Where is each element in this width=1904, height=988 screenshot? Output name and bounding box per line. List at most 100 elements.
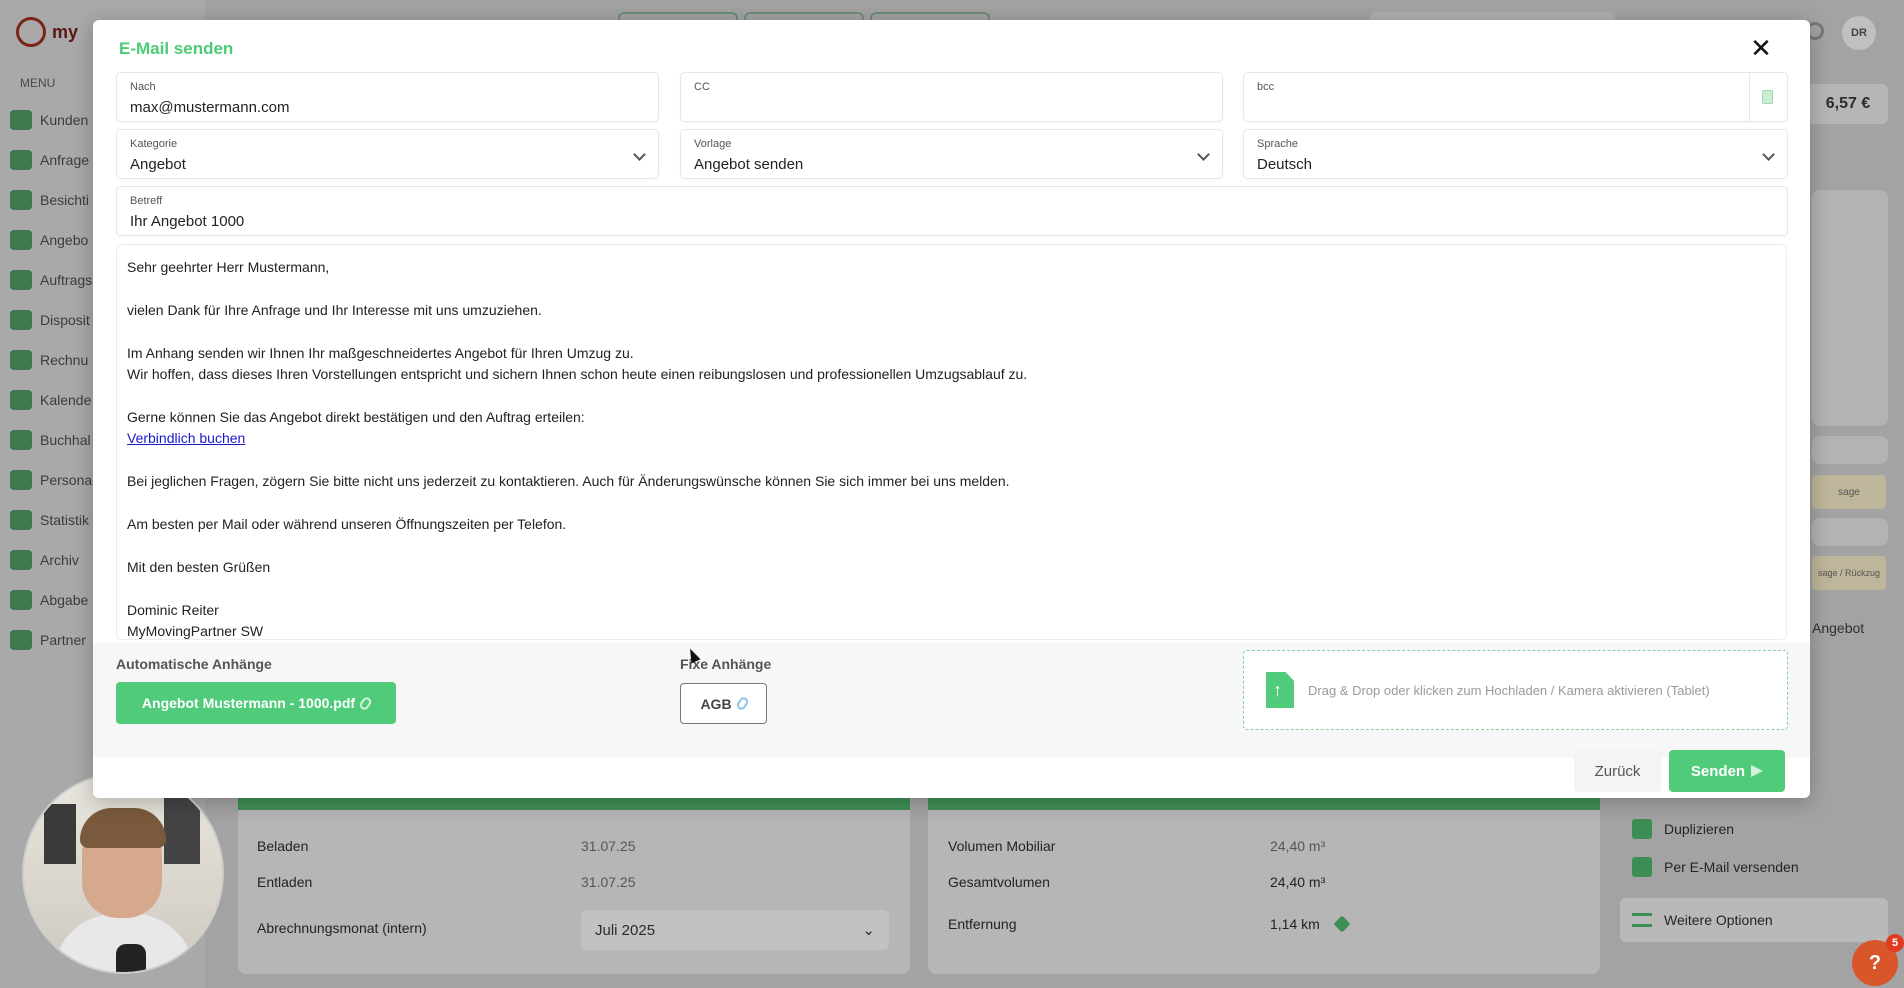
body-line: Bei jeglichen Fragen, zögern Sie bitte n…: [127, 473, 1010, 489]
user-avatar[interactable]: DR: [1842, 16, 1876, 50]
statistics-icon: [10, 510, 32, 530]
sidebar-item-besichtigung[interactable]: Besichti: [10, 180, 100, 220]
logo-icon: [16, 17, 46, 47]
customers-icon: [10, 110, 32, 130]
template-label: Vorlage: [694, 138, 732, 150]
sidebar-item-statistik[interactable]: Statistik: [10, 500, 100, 540]
category-select[interactable]: Kategorie Angebot: [116, 129, 659, 179]
total-amount: 6,57 €: [1808, 84, 1888, 124]
more-options-dropdown[interactable]: Weitere Optionen: [1620, 898, 1888, 942]
calendar-icon: [10, 390, 32, 410]
auto-attachment-chip[interactable]: Angebot Mustermann - 1000.pdf: [116, 682, 396, 724]
sidebar-item-personal[interactable]: Persona: [10, 460, 100, 500]
status-badge: sage: [1812, 475, 1886, 509]
auto-attachments-label: Automatische Anhänge: [116, 656, 272, 672]
language-value: Deutsch: [1257, 156, 1313, 173]
row-value: 1,14 km: [1270, 916, 1320, 932]
address-book-button[interactable]: [1749, 72, 1785, 122]
agb-attachment-button[interactable]: AGB: [680, 683, 767, 724]
staff-icon: [10, 470, 32, 490]
row-value: 31.07.25: [581, 838, 636, 854]
dialog-title: E-Mail senden: [119, 39, 234, 58]
info-card: [1812, 518, 1888, 546]
picture-frame: [164, 794, 200, 864]
row-label: Entladen: [257, 874, 313, 890]
inquiry-icon: [10, 150, 32, 170]
dispatch-icon: [10, 310, 32, 330]
envelope-icon: [1632, 857, 1652, 877]
chevron-down-icon: [1762, 148, 1775, 161]
close-icon[interactable]: ✕: [1747, 34, 1775, 62]
app-logo: my: [16, 14, 96, 50]
category-value: Angebot: [130, 156, 186, 173]
body-line: Gerne können Sie das Angebot direkt best…: [127, 409, 585, 425]
menu-label: MENU: [20, 76, 56, 90]
sidebar-item-archiv[interactable]: Archiv: [10, 540, 100, 580]
info-card: [1812, 190, 1888, 426]
row-value: 24,40 m³: [1270, 874, 1326, 890]
body-line: Wir hoffen, dass dieses Ihren Vorstellun…: [127, 366, 1028, 382]
file-upload-icon: [1266, 672, 1294, 708]
sidebar-item-kunden[interactable]: Kunden: [10, 100, 100, 140]
sidebar-item-kalender[interactable]: Kalende: [10, 380, 100, 420]
duplicate-icon: [1632, 819, 1652, 839]
email-body-editor[interactable]: Sehr geehrter Herr Mustermann, vielen Da…: [116, 244, 1787, 640]
sidebar-item-abgabe[interactable]: Abgabe: [10, 580, 100, 620]
bcc-label: bcc: [1257, 81, 1275, 93]
notification-badge: 5: [1886, 934, 1904, 952]
offer-label: Angebot: [1812, 620, 1865, 636]
to-label: Nach: [130, 81, 156, 93]
subject-label: Betreff: [130, 195, 163, 207]
sidebar-item-anfragen[interactable]: Anfrage: [10, 140, 100, 180]
cc-field[interactable]: CC: [680, 72, 1223, 122]
paperclip-icon: [358, 695, 373, 711]
chevron-down-icon: [1197, 148, 1210, 161]
book-now-link[interactable]: Verbindlich buchen: [127, 430, 245, 446]
body-greeting: Sehr geehrter Herr Mustermann,: [127, 259, 330, 275]
actions-list: Duplizieren Per E-Mail versenden: [1620, 810, 1890, 886]
cc-label: CC: [694, 81, 710, 93]
sidebar-item-auftraege[interactable]: Auftrags: [10, 260, 100, 300]
duplicate-button[interactable]: Duplizieren: [1620, 810, 1890, 848]
address-book-icon: [1762, 90, 1773, 104]
signature-name: Dominic Reiter: [127, 602, 219, 618]
bcc-field[interactable]: bcc: [1243, 72, 1788, 122]
body-line: Am besten per Mail oder während unseren …: [127, 516, 567, 532]
subject-field[interactable]: Betreff Ihr Angebot 1000: [116, 186, 1788, 236]
body-line: vielen Dank für Ihre Anfrage und Ihr Int…: [127, 302, 542, 318]
menu-icon: [1632, 913, 1652, 927]
accounting-icon: [10, 430, 32, 450]
sidebar-item-partner[interactable]: Partner: [10, 620, 100, 660]
language-select[interactable]: Sprache Deutsch: [1243, 129, 1788, 179]
paperclip-icon: [734, 695, 750, 712]
chevron-down-icon: ⌄: [862, 922, 875, 939]
send-arrow-icon: [1751, 765, 1764, 777]
upload-dropzone[interactable]: Drag & Drop oder klicken zum Hochladen /…: [1243, 650, 1788, 730]
row-value: 31.07.25: [581, 874, 636, 890]
template-select[interactable]: Vorlage Angebot senden: [680, 129, 1223, 179]
status-badge: sage / Rückzug: [1812, 556, 1886, 590]
back-button[interactable]: Zurück: [1574, 750, 1661, 792]
archive-icon: [10, 550, 32, 570]
webcam-overlay: [22, 772, 224, 974]
send-button[interactable]: Senden: [1669, 750, 1785, 792]
to-field[interactable]: Nach max@mustermann.com: [116, 72, 659, 122]
partner-icon: [10, 630, 32, 650]
body-line: Im Anhang senden wir Ihnen Ihr maßgeschn…: [127, 345, 634, 361]
house-icon: [10, 190, 32, 210]
template-value: Angebot senden: [694, 156, 804, 173]
sidebar-item-disposition[interactable]: Disposit: [10, 300, 100, 340]
order-icon: [10, 270, 32, 290]
sidebar-item-rechnungen[interactable]: Rechnu: [10, 340, 100, 380]
row-label: Abrechnungsmonat (intern): [257, 920, 427, 936]
microphone: [116, 944, 146, 972]
chevron-down-icon: [633, 148, 646, 161]
info-card: [1812, 436, 1888, 464]
to-value: max@mustermann.com: [130, 99, 290, 116]
send-email-button[interactable]: Per E-Mail versenden: [1620, 848, 1890, 886]
billing-month-select[interactable]: Juli 2025 ⌄: [581, 910, 889, 950]
sidebar-item-angebote[interactable]: Angebo: [10, 220, 100, 260]
language-label: Sprache: [1257, 138, 1298, 150]
sidebar-item-buchhaltung[interactable]: Buchhal: [10, 420, 100, 460]
picture-frame: [44, 804, 76, 864]
